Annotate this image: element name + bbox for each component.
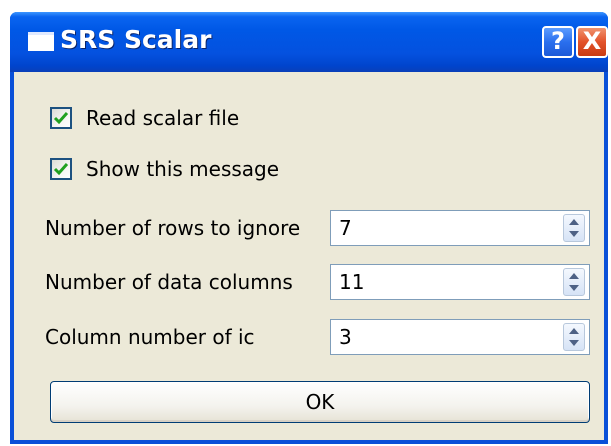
arrow-up-icon[interactable] — [569, 328, 579, 334]
column-number-ic-spinbox[interactable]: 3 — [330, 319, 590, 355]
show-this-message-checkbox[interactable] — [50, 158, 72, 180]
column-number-ic-value[interactable]: 3 — [339, 325, 352, 349]
arrow-down-icon[interactable] — [569, 340, 579, 346]
close-button[interactable]: X — [576, 26, 608, 58]
data-columns-value[interactable]: 11 — [339, 270, 364, 294]
column-number-ic-label: Column number of ic — [45, 325, 255, 349]
read-scalar-file-label: Read scalar file — [86, 106, 240, 130]
checkmark-icon — [53, 163, 69, 176]
dialog-window: SRS Scalar ? X Read scalar file Show thi… — [10, 12, 608, 444]
arrow-up-icon[interactable] — [569, 219, 579, 225]
data-columns-stepper[interactable] — [563, 268, 585, 296]
rows-to-ignore-stepper[interactable] — [563, 214, 585, 242]
rows-to-ignore-label: Number of rows to ignore — [45, 216, 301, 240]
window-title: SRS Scalar — [60, 25, 212, 54]
show-this-message-option[interactable]: Show this message — [50, 156, 310, 182]
rows-to-ignore-spinbox[interactable]: 7 — [330, 210, 590, 246]
data-columns-spinbox[interactable]: 11 — [330, 264, 590, 300]
checkmark-icon — [53, 112, 69, 125]
rows-to-ignore-value[interactable]: 7 — [339, 216, 352, 240]
read-scalar-file-option[interactable]: Read scalar file — [50, 105, 290, 131]
dialog-body: Read scalar file Show this message Numbe… — [14, 72, 604, 440]
data-columns-label: Number of data columns — [45, 270, 293, 294]
read-scalar-file-checkbox[interactable] — [50, 107, 72, 129]
title-bar[interactable]: SRS Scalar ? X — [10, 12, 608, 72]
ok-button[interactable]: OK — [50, 381, 590, 423]
arrow-down-icon[interactable] — [569, 285, 579, 291]
arrow-down-icon[interactable] — [569, 231, 579, 237]
arrow-up-icon[interactable] — [569, 273, 579, 279]
window-icon — [28, 32, 54, 51]
show-this-message-label: Show this message — [86, 157, 280, 181]
help-button[interactable]: ? — [542, 26, 574, 58]
column-number-ic-stepper[interactable] — [563, 323, 585, 351]
